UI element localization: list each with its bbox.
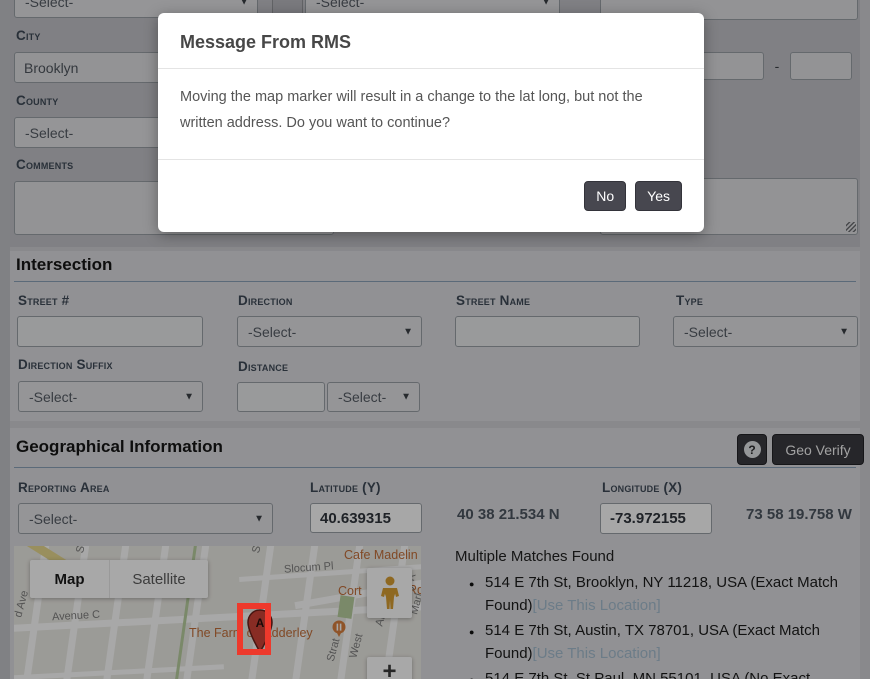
- dialog-footer: No Yes: [158, 159, 704, 232]
- dialog-title: Message From RMS: [158, 13, 704, 69]
- yes-button[interactable]: Yes: [635, 181, 682, 211]
- dialog-body-text: Moving the map marker will result in a c…: [158, 69, 704, 159]
- page: -Select- -Select- City - County -Select-…: [0, 0, 870, 679]
- no-button[interactable]: No: [584, 181, 626, 211]
- rms-message-dialog: Message From RMS Moving the map marker w…: [158, 13, 704, 232]
- marker-highlight-annotation: [237, 603, 271, 655]
